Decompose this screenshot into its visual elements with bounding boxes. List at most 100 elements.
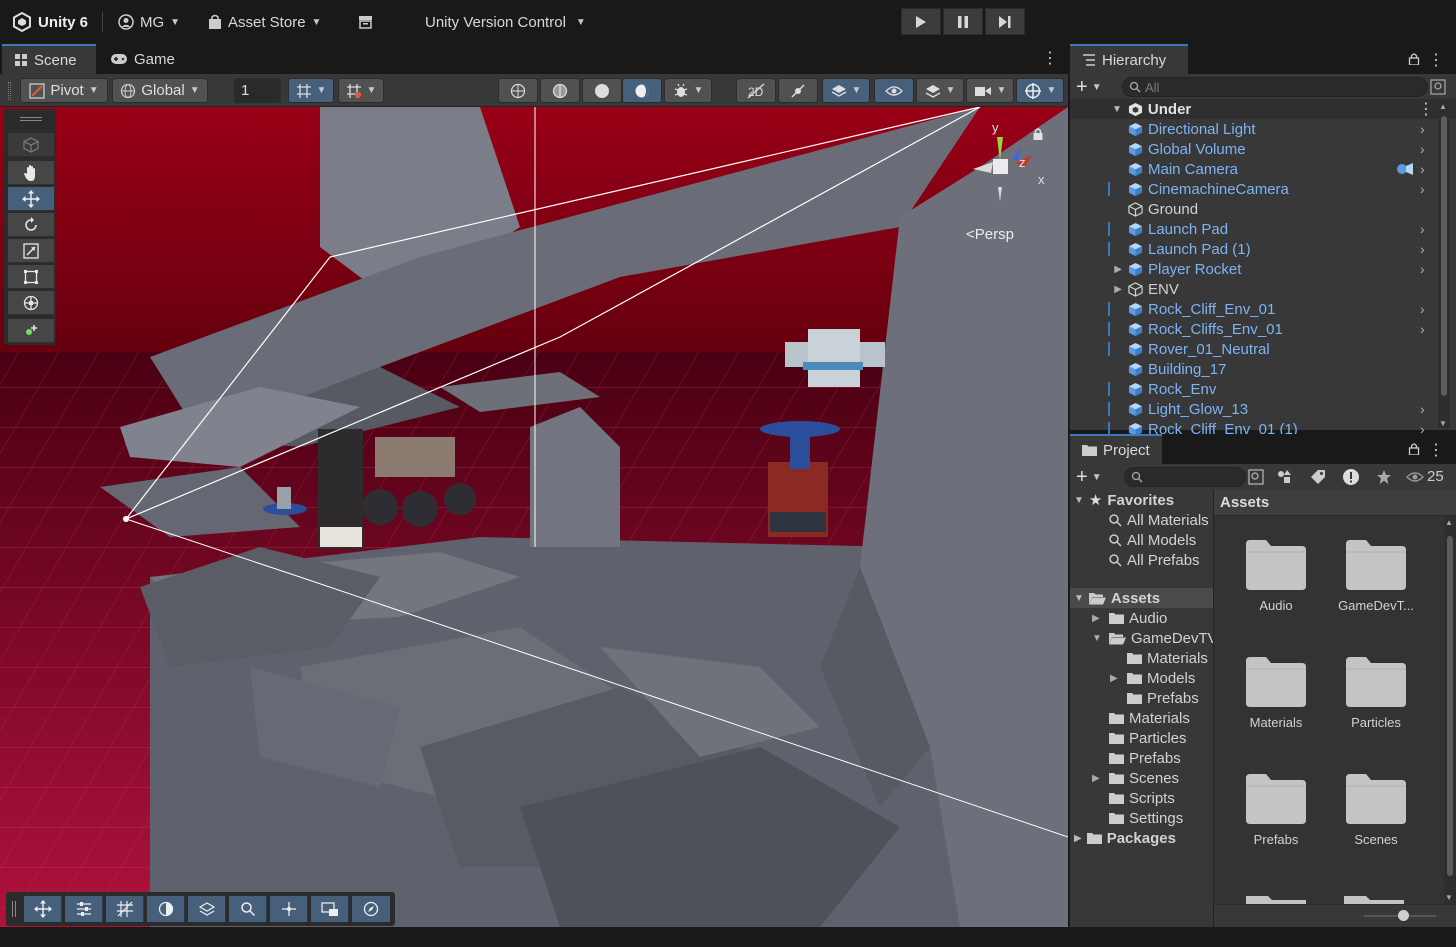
chevron-right-icon[interactable]: › [1420, 221, 1425, 237]
move-overlay-button[interactable] [24, 896, 62, 922]
hierarchy-item[interactable]: Launch Pad › [1070, 219, 1456, 239]
shading-shaded-wire-button[interactable] [540, 78, 580, 103]
view-options-button[interactable] [188, 896, 226, 922]
project-search[interactable] [1124, 467, 1246, 487]
expand-arrow-icon[interactable]: ▼ [1074, 495, 1084, 506]
chevron-right-icon[interactable]: › [1420, 181, 1425, 197]
search-by-type-icon[interactable] [1248, 469, 1264, 485]
asset-grid-scrollbar[interactable]: ▲ ▼ [1444, 516, 1456, 904]
projection-toggle[interactable]: <Persp [966, 226, 1014, 243]
favorites-row[interactable]: ▼ ★ Favorites [1074, 490, 1174, 510]
folder-tree-item[interactable]: Prefabs [1092, 748, 1181, 768]
increment-snap-toggle[interactable]: ▼ [338, 78, 384, 103]
scroll-up-icon[interactable]: ▲ [1445, 518, 1453, 527]
shading-lit-button[interactable] [622, 78, 662, 103]
chevron-right-icon[interactable]: › [1420, 301, 1425, 317]
asset-folder-item[interactable]: Prefabs [1226, 774, 1326, 847]
folder-tree-item[interactable]: ▶ Models [1110, 668, 1195, 688]
scrollbar-thumb[interactable] [1447, 536, 1453, 876]
camera-overlay-button[interactable] [311, 896, 349, 922]
warning-filter-icon[interactable] [1342, 468, 1360, 486]
view-cube-tool[interactable] [8, 133, 54, 157]
scene-root-row[interactable]: ▼ Under ⋮ [1070, 99, 1456, 119]
lock-icon[interactable] [1408, 442, 1420, 455]
asset-folder-item[interactable]: Materials [1226, 657, 1326, 730]
asset-store-dropdown[interactable]: Asset Store ▼ [208, 0, 321, 44]
hand-tool[interactable] [8, 161, 54, 185]
lock-icon[interactable] [1408, 52, 1420, 65]
hidden-packages-toggle[interactable]: 25 [1406, 468, 1444, 485]
folder-tree-item[interactable]: Prefabs [1110, 688, 1199, 708]
hierarchy-item[interactable]: Rock_Env [1070, 379, 1456, 399]
hierarchy-scrollbar[interactable]: ▲ ▼ [1438, 102, 1450, 428]
hierarchy-item[interactable]: Light_Glow_13 › [1070, 399, 1456, 419]
scene-viewport[interactable]: y z x <Persp [0, 107, 1068, 927]
create-asset-dropdown[interactable]: + ▼ [1076, 467, 1102, 487]
shading-wireframe-button[interactable] [498, 78, 538, 103]
folder-tree-item[interactable]: Settings [1092, 808, 1183, 828]
version-control-dropdown[interactable]: Unity Version Control ▼ [425, 0, 586, 44]
filter-type-icon[interactable] [1276, 469, 1292, 485]
expand-arrow-icon[interactable]: ▶ [1070, 264, 1128, 275]
expand-arrow-icon[interactable]: ▶ [1092, 773, 1104, 784]
archive-button[interactable] [358, 0, 373, 44]
scrollbar-thumb[interactable] [1441, 116, 1447, 396]
folder-tree-item[interactable]: Scripts [1092, 788, 1175, 808]
lock-icon[interactable] [1032, 127, 1044, 140]
asset-folder-item[interactable]: Audio [1226, 540, 1326, 613]
tool-settings-button[interactable] [65, 896, 103, 922]
packages-row[interactable]: ▶ Packages [1074, 828, 1176, 848]
gizmos-dropdown[interactable]: ▼ [1016, 78, 1064, 103]
account-dropdown[interactable]: MG ▼ [118, 0, 180, 44]
label-tag-icon[interactable] [1310, 469, 1326, 485]
tab-scene[interactable]: Scene [2, 44, 96, 74]
shading-shaded-button[interactable] [582, 78, 622, 103]
asset-folder-item[interactable]: Scenes [1326, 774, 1426, 847]
scene-effects-dropdown[interactable]: ▼ [822, 78, 870, 103]
pivot-dropdown[interactable]: Pivot ▼ [20, 78, 108, 103]
draw-mode-button[interactable] [147, 896, 185, 922]
expand-arrow-icon[interactable]: ▶ [1092, 613, 1104, 624]
camera-settings-dropdown[interactable]: ▼ [966, 78, 1014, 103]
favorite-item[interactable]: All Materials [1108, 510, 1209, 530]
navigation-overlay-button[interactable] [352, 896, 390, 922]
search-overlay-button[interactable] [229, 896, 267, 922]
folder-tree-item[interactable]: ▼ GameDevTV [1092, 628, 1213, 648]
folder-tree-item[interactable]: ▶ Scenes [1092, 768, 1179, 788]
scroll-up-icon[interactable]: ▲ [1439, 102, 1447, 111]
hierarchy-item[interactable]: Main Camera › [1070, 159, 1456, 179]
pivot-overlay-button[interactable] [270, 896, 308, 922]
play-button[interactable] [901, 8, 941, 35]
scroll-down-icon[interactable]: ▼ [1445, 893, 1453, 902]
asset-folder-item[interactable]: GameDevT... [1326, 540, 1426, 613]
unity-menu[interactable]: Unity 6 [12, 0, 88, 44]
favorite-item[interactable]: All Prefabs [1108, 550, 1200, 570]
step-button[interactable] [985, 8, 1025, 35]
tab-game[interactable]: Game [98, 44, 187, 74]
hierarchy-item[interactable]: Rock_Cliffs_Env_01 › [1070, 319, 1456, 339]
more-options-icon[interactable]: ⋮ [1428, 440, 1444, 460]
chevron-right-icon[interactable]: › [1420, 401, 1425, 417]
more-options-icon[interactable]: ⋮ [1042, 50, 1058, 68]
hierarchy-item[interactable]: Directional Light › [1070, 119, 1456, 139]
chevron-right-icon[interactable]: › [1420, 141, 1425, 157]
assets-root-row[interactable]: ▼ Assets [1074, 588, 1160, 608]
expand-arrow-icon[interactable]: ▶ [1074, 833, 1082, 844]
grid-increment-field[interactable]: 1 [234, 78, 281, 103]
custom-tool[interactable] [8, 319, 54, 343]
orientation-gizmo[interactable]: y z x [955, 117, 1055, 227]
asset-folder-item[interactable]: Particles [1326, 657, 1426, 730]
scroll-down-icon[interactable]: ▼ [1439, 419, 1447, 428]
rect-tool[interactable] [8, 265, 54, 289]
tab-hierarchy[interactable]: Hierarchy [1070, 44, 1188, 74]
search-options-icon[interactable] [1430, 79, 1446, 95]
debug-draw-mode-dropdown[interactable]: ▼ [664, 78, 712, 103]
folder-tree-item[interactable]: Materials [1110, 648, 1208, 668]
hierarchy-item[interactable]: Rock_Cliff_Env_01 › [1070, 299, 1456, 319]
drag-handle[interactable] [12, 901, 16, 917]
star-icon[interactable] [1376, 469, 1392, 485]
chevron-right-icon[interactable]: › [1420, 261, 1425, 277]
hierarchy-search[interactable]: All [1122, 77, 1428, 97]
more-options-icon[interactable]: ⋮ [1418, 99, 1434, 119]
drag-handle[interactable] [20, 117, 42, 121]
